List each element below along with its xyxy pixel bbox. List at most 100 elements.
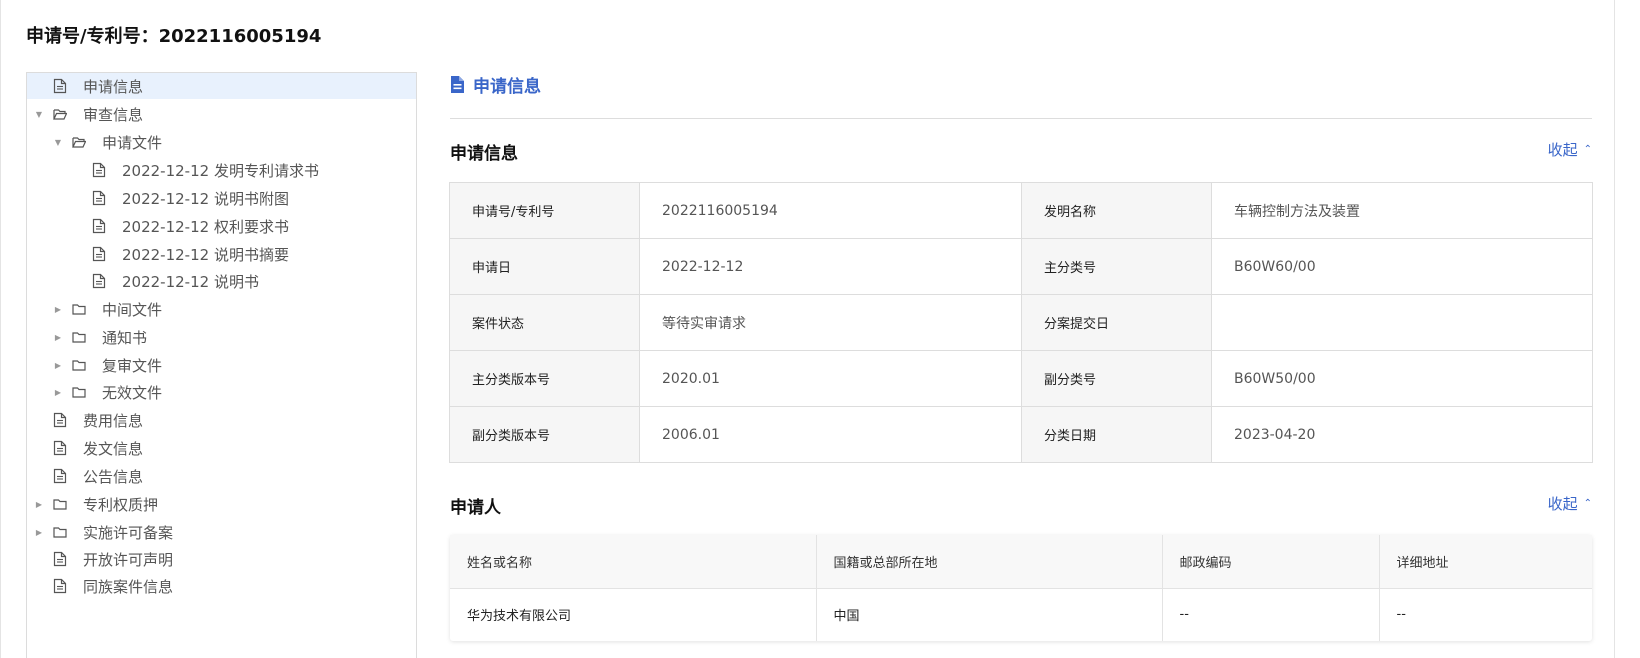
tree-node-label: 发文信息 [83,439,144,458]
tree-node-label: 同族案件信息 [83,577,174,596]
caret-right-icon[interactable]: ▶ [52,359,64,371]
application-info-table: 申请号/专利号 2022116005194 发明名称 车辆控制方法及装置 申请日 2022… [449,182,1593,463]
caret-right-icon[interactable]: ▶ [52,303,64,315]
table-cell: 华为技术有限公司 [450,588,817,641]
tree-node-label: 复审文件 [102,356,163,375]
tree-node[interactable]: 2022-12-12 说明书 [27,268,416,294]
tree-node[interactable]: 2022-12-12 权利要求书 [27,213,416,239]
tree-node[interactable]: ▶ 复审文件 [27,352,416,378]
tree-node-label: 无效文件 [102,383,163,402]
section-header: 申请信息 [450,72,541,97]
tree-node[interactable]: ▶ 无效文件 [27,379,416,405]
column-header: 详细地址 [1379,535,1592,589]
field-value [1211,294,1593,351]
field-value: 2006.01 [639,406,1022,463]
tree-node-label: 审查信息 [83,105,144,124]
tree-node[interactable]: 费用信息 [27,407,416,433]
tree-node-label: 中间文件 [102,300,163,319]
applicant-title: 申请人 [450,498,501,518]
tree-node-label: 2022-12-12 发明专利请求书 [122,161,319,180]
caret-right-icon[interactable]: ▶ [33,498,45,510]
tree-node[interactable]: ▼ 审查信息 [27,101,416,127]
field-label: 主分类号 [1021,238,1212,295]
tree-node[interactable]: 同族案件信息 [27,573,416,599]
tree-node-label: 费用信息 [83,411,144,430]
field-value: 2023-04-20 [1211,406,1593,463]
folder-icon [72,357,86,373]
tree-node-label: 申请信息 [83,77,144,96]
table-row: 申请日 2022-12-12 主分类号 B60W60/00 [449,238,1593,295]
application-info-collapse-button[interactable]: 收起 ⌃ [1548,139,1592,160]
folder-open-icon [53,106,67,122]
caret-spacer [33,442,45,454]
tree-node-label: 2022-12-12 说明书附图 [122,189,289,208]
tree-node[interactable]: 申请信息 [27,73,416,99]
chevron-up-icon: ⌃ [1583,144,1592,155]
tree-node-label: 公告信息 [83,467,144,486]
tree-node[interactable]: 2022-12-12 说明书附图 [27,185,416,211]
tree-node[interactable]: 2022-12-12 说明书摘要 [27,241,416,267]
applicant-table: 姓名或名称 国籍或总部所在地 邮政编码 详细地址 华为技术有限公司 中国 -- -- [450,535,1592,641]
collapse-label: 收起 [1547,141,1578,159]
tree-node[interactable]: 开放许可声明 [27,546,416,572]
window-edge-left [0,0,1,658]
document-tree: 申请信息 ▼ 审查信息 ▼ 申请文件 2022-12-12 发明专利请求书 2022-12-… [26,72,417,658]
tree-node[interactable]: ▶ 中间文件 [27,296,416,322]
tree-node-label: 开放许可声明 [83,550,174,569]
caret-down-icon[interactable]: ▼ [52,136,64,148]
caret-spacer [72,275,84,287]
field-value: 车辆控制方法及装置 [1211,182,1593,239]
file-icon [92,246,106,262]
field-label: 副分类版本号 [449,406,640,463]
folder-icon [53,524,67,540]
section-header-label: 申请信息 [473,77,541,97]
tree-node[interactable]: 2022-12-12 发明专利请求书 [27,157,416,183]
file-icon [53,440,67,456]
tree-node-label: 2022-12-12 说明书 [122,272,259,291]
applicant-table-card: 姓名或名称 国籍或总部所在地 邮政编码 详细地址 华为技术有限公司 中国 -- -- [450,535,1592,641]
caret-spacer [72,220,84,232]
folder-icon [53,496,67,512]
caret-spacer [33,553,45,565]
table-row: 案件状态 等待实审请求 分案提交日 [449,294,1593,351]
field-label: 主分类版本号 [449,350,640,407]
file-icon [53,78,67,94]
field-label: 案件状态 [449,294,640,351]
tree-node[interactable]: ▶ 通知书 [27,324,416,350]
application-info-title: 申请信息 [450,144,518,164]
tree-node[interactable]: ▶ 实施许可备案 [27,519,416,545]
caret-right-icon[interactable]: ▶ [52,386,64,398]
tree-node[interactable]: ▶ 专利权质押 [27,491,416,517]
caret-spacer [72,192,84,204]
tree-node[interactable]: ▼ 申请文件 [27,129,416,155]
chevron-up-icon: ⌃ [1583,498,1592,509]
file-icon [92,218,106,234]
folder-icon [72,329,86,345]
tree-node-label: 2022-12-12 说明书摘要 [122,245,289,264]
field-value: 2022-12-12 [639,238,1022,295]
collapse-label: 收起 [1547,495,1578,513]
folder-open-icon [72,134,86,150]
caret-right-icon[interactable]: ▶ [52,331,64,343]
field-value: 2020.01 [639,350,1022,407]
caret-down-icon[interactable]: ▼ [33,108,45,120]
tree-node[interactable]: 公告信息 [27,463,416,489]
caret-right-icon[interactable]: ▶ [33,526,45,538]
field-label: 申请日 [449,238,640,295]
table-cell: -- [1162,588,1380,641]
divider [450,118,1592,119]
tree-node[interactable]: 发文信息 [27,435,416,461]
applicant-collapse-button[interactable]: 收起 ⌃ [1548,493,1592,514]
tree-node-label: 专利权质押 [83,495,159,514]
document-icon [450,75,465,94]
column-header: 邮政编码 [1162,535,1380,589]
caret-spacer [33,470,45,482]
file-icon [92,273,106,289]
tree-node-label: 实施许可备案 [83,523,174,542]
table-row: 华为技术有限公司 中国 -- -- [450,588,1592,641]
caret-spacer [33,580,45,592]
field-label: 副分类号 [1021,350,1212,407]
field-label: 申请号/专利号 [449,182,640,239]
field-value: B60W60/00 [1211,238,1593,295]
file-icon [92,162,106,178]
